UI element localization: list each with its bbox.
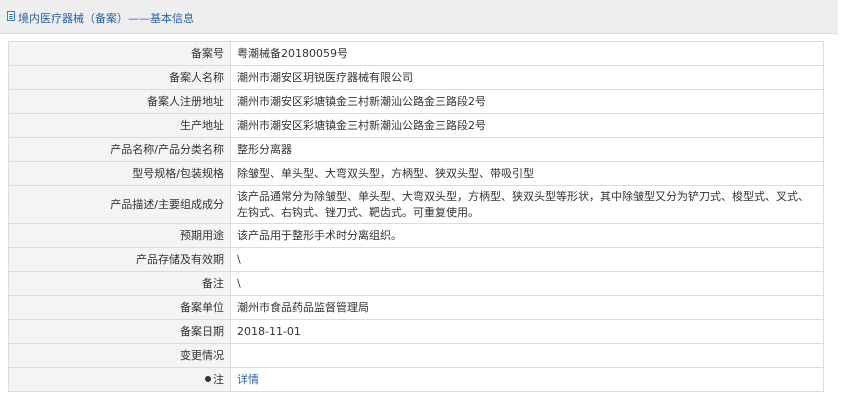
note-label: 注: [213, 372, 224, 386]
note-value-cell: 详情: [230, 367, 824, 392]
row-value: 粤潮械备20180059号: [230, 41, 824, 66]
note-label-cell: 注: [8, 367, 231, 392]
page-header: 境内医疗器械（备案）——基本信息: [0, 0, 838, 34]
row-value: [230, 343, 824, 368]
row-value: \: [230, 247, 824, 272]
table-row: 生产地址 潮州市潮安区彩塘镇金三村新潮汕公路金三路段2号: [8, 113, 824, 138]
row-value: 除皱型、单头型、大弯双头型，方柄型、狭双头型、带吸引型: [230, 161, 824, 186]
row-label: 备注: [8, 271, 231, 296]
row-value: \: [230, 271, 824, 296]
row-value: 潮州市食品药品监督管理局: [230, 295, 824, 320]
row-label: 预期用途: [8, 223, 231, 248]
row-value: 2018-11-01: [230, 319, 824, 344]
row-label: 变更情况: [8, 343, 231, 368]
row-value: 潮州市潮安区玥锐医疗器械有限公司: [230, 65, 824, 90]
info-table: 备案号 粤潮械备20180059号 备案人名称 潮州市潮安区玥锐医疗器械有限公司…: [8, 41, 824, 392]
row-value: 该产品用于整形手术时分离组织。: [230, 223, 824, 248]
table-row: 变更情况: [8, 343, 824, 368]
row-label: 产品描述/主要组成成分: [8, 185, 231, 224]
table-row: 预期用途 该产品用于整形手术时分离组织。: [8, 223, 824, 248]
row-value: 该产品通常分为除皱型、单头型、大弯双头型，方柄型、狭双头型等形状，其中除皱型又分…: [230, 185, 824, 224]
table-row: 备案单位 潮州市食品药品监督管理局: [8, 295, 824, 320]
row-label: 备案日期: [8, 319, 231, 344]
table-row: 备案号 粤潮械备20180059号: [8, 41, 824, 66]
table-row: 备案人名称 潮州市潮安区玥锐医疗器械有限公司: [8, 65, 824, 90]
row-label: 备案人注册地址: [8, 89, 231, 114]
document-icon: [7, 11, 15, 21]
table-row: 备注 \: [8, 271, 824, 296]
pin-icon: [205, 375, 211, 382]
row-label: 产品名称/产品分类名称: [8, 137, 231, 162]
row-label: 备案人名称: [8, 65, 231, 90]
table-row: 型号规格/包装规格 除皱型、单头型、大弯双头型，方柄型、狭双头型、带吸引型: [8, 161, 824, 186]
row-label: 产品存储及有效期: [8, 247, 231, 272]
table-row: 产品名称/产品分类名称 整形分离器: [8, 137, 824, 162]
row-label: 型号规格/包装规格: [8, 161, 231, 186]
row-value: 整形分离器: [230, 137, 824, 162]
row-label: 备案单位: [8, 295, 231, 320]
details-link[interactable]: 详情: [237, 373, 259, 386]
table-row: 产品描述/主要组成成分 该产品通常分为除皱型、单头型、大弯双头型，方柄型、狭双头…: [8, 185, 824, 224]
note-row: 注 详情: [8, 367, 824, 392]
page-title: 境内医疗器械（备案）——基本信息: [18, 12, 194, 25]
row-value: 潮州市潮安区彩塘镇金三村新潮汕公路金三路段2号: [230, 113, 824, 138]
row-label: 生产地址: [8, 113, 231, 138]
table-row: 产品存储及有效期 \: [8, 247, 824, 272]
row-value: 潮州市潮安区彩塘镇金三村新潮汕公路金三路段2号: [230, 89, 824, 114]
row-label: 备案号: [8, 41, 231, 66]
table-row: 备案人注册地址 潮州市潮安区彩塘镇金三村新潮汕公路金三路段2号: [8, 89, 824, 114]
table-row: 备案日期 2018-11-01: [8, 319, 824, 344]
